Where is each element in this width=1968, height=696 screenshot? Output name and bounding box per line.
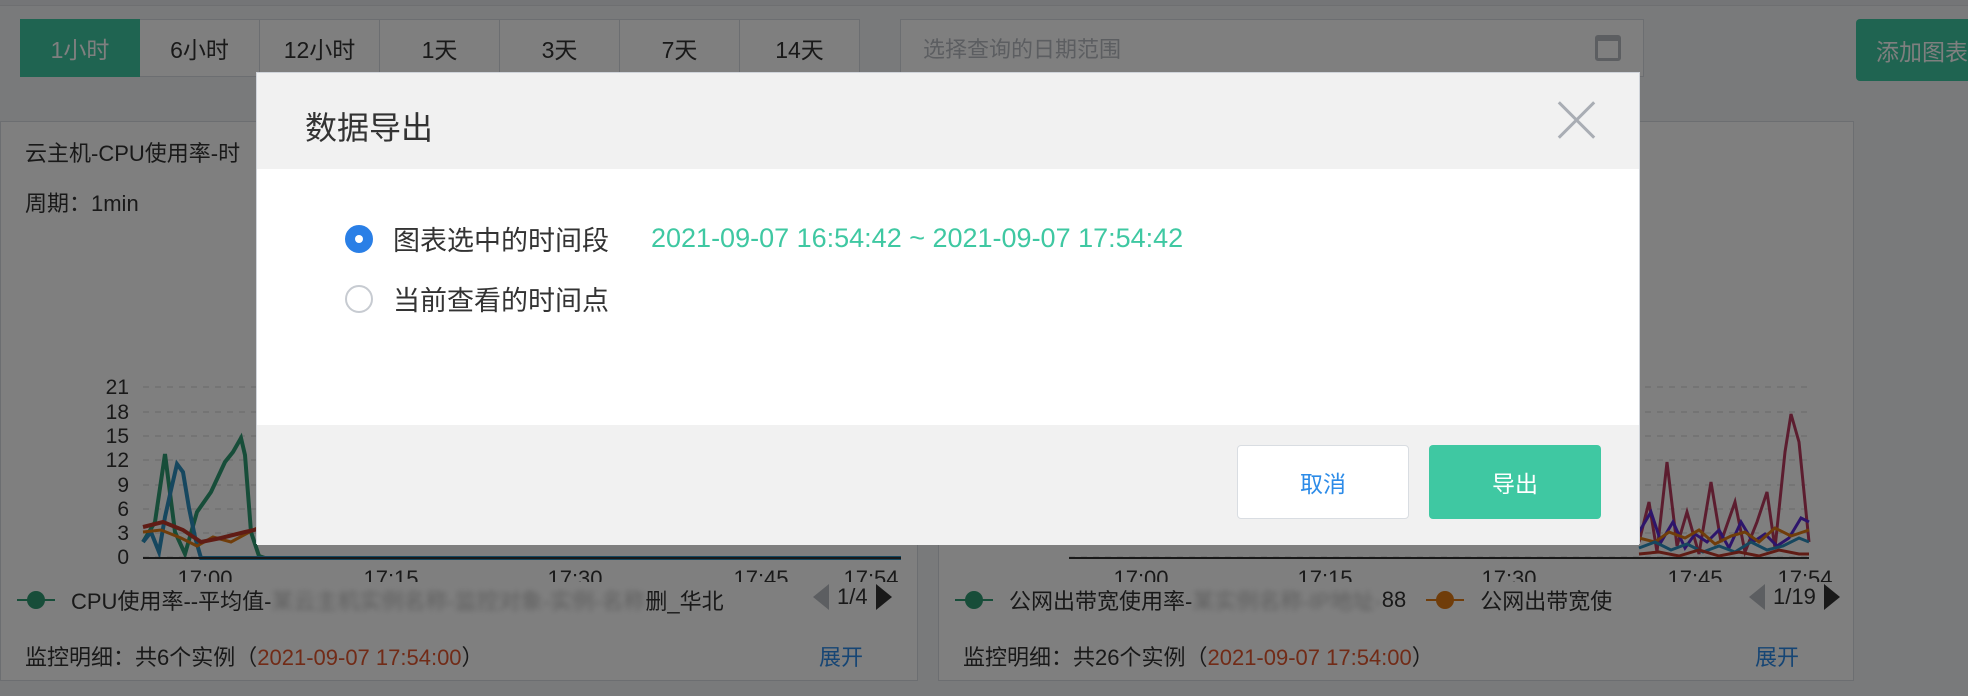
radio-current-point[interactable]	[345, 284, 373, 313]
option-selected-range[interactable]: 图表选中的时间段 2021-09-07 16:54:42 ~ 2021-09-0…	[345, 219, 1183, 258]
dialog-title: 数据导出	[305, 110, 434, 146]
option-current-point[interactable]: 当前查看的时间点	[345, 279, 609, 318]
selected-time-range: 2021-09-07 16:54:42 ~ 2021-09-07 17:54:4…	[651, 223, 1184, 253]
dialog-header: 数据导出	[257, 73, 1639, 169]
dialog-body: 图表选中的时间段 2021-09-07 16:54:42 ~ 2021-09-0…	[257, 169, 1639, 425]
close-icon[interactable]	[1555, 99, 1597, 141]
cancel-button[interactable]: 取消	[1237, 445, 1409, 519]
radio-selected-range[interactable]	[345, 224, 373, 253]
data-export-dialog: 数据导出 图表选中的时间段 2021-09-07 16:54:42 ~ 2021…	[256, 72, 1640, 545]
export-button[interactable]: 导出	[1429, 445, 1601, 519]
option-label: 当前查看的时间点	[393, 286, 609, 316]
option-label: 图表选中的时间段	[393, 226, 609, 256]
